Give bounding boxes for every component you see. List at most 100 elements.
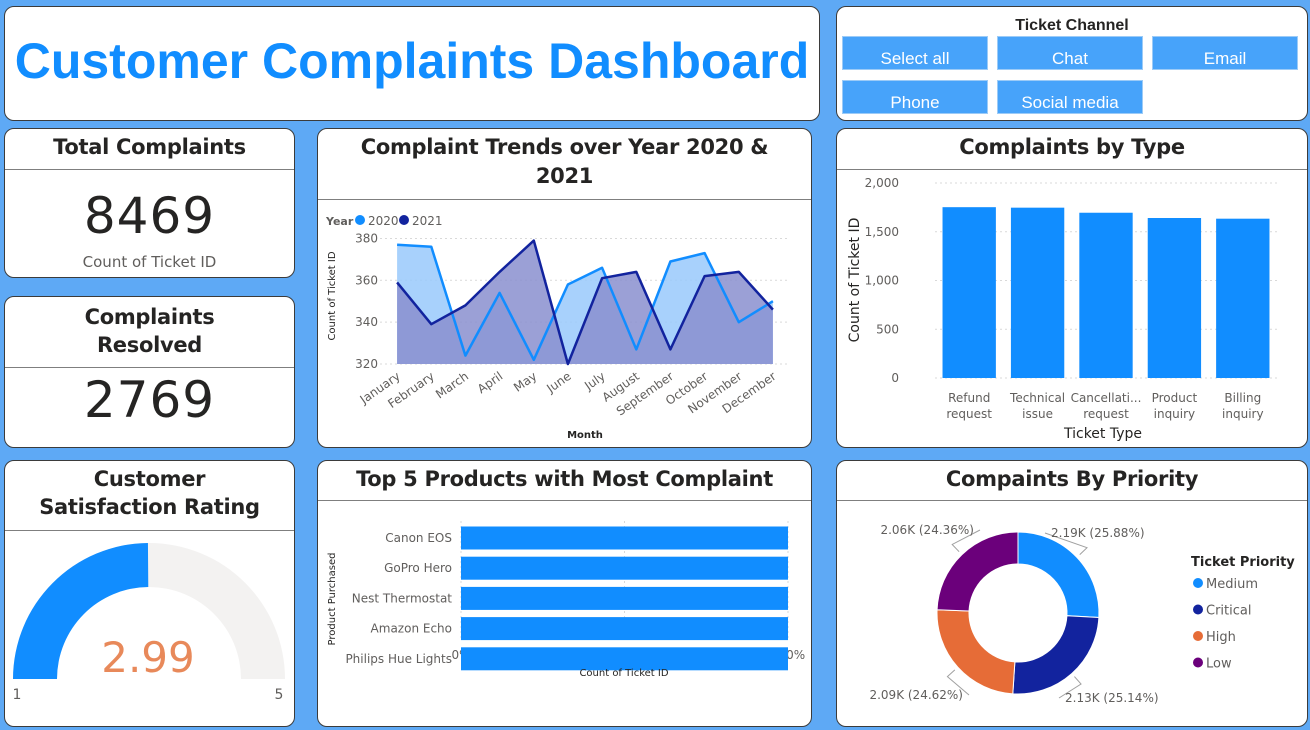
gauge-min-label: 1	[13, 687, 22, 703]
y-tick-label: 360	[355, 273, 378, 287]
bar-canon-eos	[461, 526, 788, 550]
bar-gopro-hero	[461, 556, 788, 580]
legend-marker-critical	[1193, 604, 1203, 615]
total-complaints-label: Count of Ticket ID	[82, 253, 217, 271]
legend-label-low: Low	[1206, 657, 1232, 672]
legend-marker-medium	[1193, 578, 1203, 588]
slice-data-label-medium: 2.19K (25.88%)	[1051, 526, 1145, 540]
complaints-resolved-card: Complaints Resolved 2769	[4, 296, 295, 448]
y-tick-label-canon-eos: Canon EOS	[385, 531, 452, 545]
trend-chart: 320340360380JanuaryFebruaryMarch April May…	[325, 214, 790, 441]
x-tick-label: Cancellati...	[1071, 391, 1142, 405]
bytype-chart-card: Complaints by Type 0 500 1,000 1,500 2,000 Re…	[836, 128, 1308, 448]
products-chart: 0%50%100%Canon EOSGoPro HeroNest Thermos…	[327, 521, 805, 679]
legend-label-high: High	[1206, 630, 1236, 645]
x-tick-label: inquiry	[1154, 407, 1196, 421]
products-chart-title: Top 5 Products with Most Complaint	[356, 467, 773, 491]
satisfaction-title-line1: Customer	[93, 467, 206, 491]
legend-title: Year	[325, 215, 354, 228]
slice-low	[936, 531, 1019, 612]
legend-marker-2021	[399, 215, 409, 225]
bar-billing	[1216, 218, 1270, 378]
y-axis-title: Product Purchased	[327, 553, 338, 646]
card-divider	[5, 169, 294, 170]
x-tick-label-june: June	[543, 369, 573, 396]
bar-cancellati	[1079, 212, 1133, 378]
satisfaction-gauge: 2.99 1 5	[13, 543, 285, 703]
complaints-resolved-title-line1: Complaints	[84, 305, 215, 329]
y-tick-label: 1,500	[865, 225, 899, 239]
trend-chart-title-line2: 2021	[535, 164, 594, 188]
bar-refund	[942, 207, 996, 378]
satisfaction-card: Customer Satisfaction Rating 2.99 1 5	[4, 460, 295, 727]
products-chart-card: Top 5 Products with Most Complaint 0%50%…	[317, 460, 812, 727]
legend-marker-high	[1193, 631, 1203, 641]
legend-label-2020: 2020	[368, 214, 399, 228]
slice-medium	[1017, 531, 1100, 619]
slice-data-label-low: 2.06K (24.36%)	[880, 523, 974, 537]
legend-label-2021: 2021	[412, 214, 443, 228]
y-tick-label: 320	[355, 357, 378, 371]
priority-chart-title: Compaints By Priority	[945, 467, 1199, 491]
bar-philips-hue-lights	[461, 647, 788, 671]
y-axis-title: Count of Ticket ID	[847, 218, 863, 343]
legend-label-critical: Critical	[1206, 604, 1251, 619]
slicer-option-email[interactable]: Email	[1152, 36, 1298, 70]
x-axis-title: Ticket Type	[1063, 426, 1142, 442]
x-tick-label: Billing	[1224, 391, 1261, 405]
card-divider	[5, 367, 294, 368]
x-tick-label: inquiry	[1222, 407, 1264, 421]
legend-title: Ticket Priority	[1191, 555, 1295, 570]
priority-chart-card: Compaints By Priority 2.19K (25.88%) 2.13…	[836, 460, 1308, 727]
bar-technical	[1010, 207, 1065, 378]
x-tick-label-march: March	[433, 369, 471, 401]
y-tick-label: 1,000	[865, 274, 899, 288]
y-tick-label: 340	[355, 315, 378, 329]
y-tick-label-gopro-hero: GoPro Hero	[384, 561, 452, 575]
slicer-option-select-all[interactable]: Select all	[842, 36, 988, 70]
y-tick-label-nest-thermostat: Nest Thermostat	[352, 591, 453, 605]
ticket-channel-slicer: Ticket Channel Select all Chat Email Pho…	[836, 6, 1308, 121]
satisfaction-title-line2: Satisfaction Rating	[39, 495, 260, 519]
x-axis-title: Month	[567, 430, 603, 441]
slice-data-label-critical: 2.13K (25.14%)	[1065, 691, 1159, 705]
x-axis-title: Count of Ticket ID	[579, 668, 668, 679]
x-tick-label: issue	[1022, 407, 1053, 421]
x-tick-label: Product	[1152, 391, 1198, 405]
gauge-max-label: 5	[275, 687, 284, 703]
y-tick-label: 0	[891, 371, 899, 385]
total-complaints-title: Total Complaints	[53, 135, 246, 159]
dashboard-title: Customer Complaints Dashboard	[14, 33, 810, 89]
x-tick-label: Refund	[948, 391, 990, 405]
bytype-chart: 0 500 1,000 1,500 2,000 Refund request Technica…	[847, 176, 1277, 442]
slice-data-label-high: 2.09K (24.62%)	[869, 688, 963, 702]
slicer-option-phone[interactable]: Phone	[842, 80, 988, 114]
slice-high	[936, 609, 1016, 695]
y-axis-title: Count of Ticket ID	[327, 251, 338, 340]
x-tick-label: request	[1083, 407, 1129, 421]
bytype-chart-title: Complaints by Type	[959, 135, 1185, 159]
bar-nest-thermostat	[461, 586, 788, 610]
complaints-resolved-value: 2769	[83, 371, 216, 429]
slicer-option-social-media[interactable]: Social media	[997, 80, 1143, 114]
legend-marker-low	[1193, 657, 1203, 668]
x-tick-label: Technical	[1009, 391, 1065, 405]
y-tick-label: 500	[876, 322, 899, 336]
priority-donut-chart: 2.19K (25.88%) 2.13K (25.14%) 2.09K (24.62…	[869, 523, 1295, 705]
legend-label-medium: Medium	[1206, 577, 1258, 592]
y-tick-label: 2,000	[865, 176, 899, 190]
total-complaints-value: 8469	[83, 187, 216, 245]
trend-chart-card: Complaint Trends over Year 2020 & 2021 3…	[317, 128, 812, 448]
trend-chart-title-line1: Complaint Trends over Year 2020 &	[360, 135, 769, 159]
x-tick-label-may: May	[511, 369, 539, 395]
bar-amazon-echo	[461, 617, 788, 641]
complaints-resolved-title-line2: Resolved	[96, 333, 203, 357]
gauge-value: 2.99	[101, 633, 195, 682]
y-tick-label-philips-hue-lights: Philips Hue Lights	[345, 652, 452, 666]
x-tick-label: request	[946, 407, 992, 421]
slice-critical	[1012, 615, 1100, 695]
legend-marker-2020	[355, 215, 365, 225]
total-complaints-card: Total Complaints 8469 Count of Ticket ID	[4, 128, 295, 278]
slicer-option-chat[interactable]: Chat	[997, 36, 1143, 70]
slicer-title: Ticket Channel	[1015, 17, 1129, 34]
